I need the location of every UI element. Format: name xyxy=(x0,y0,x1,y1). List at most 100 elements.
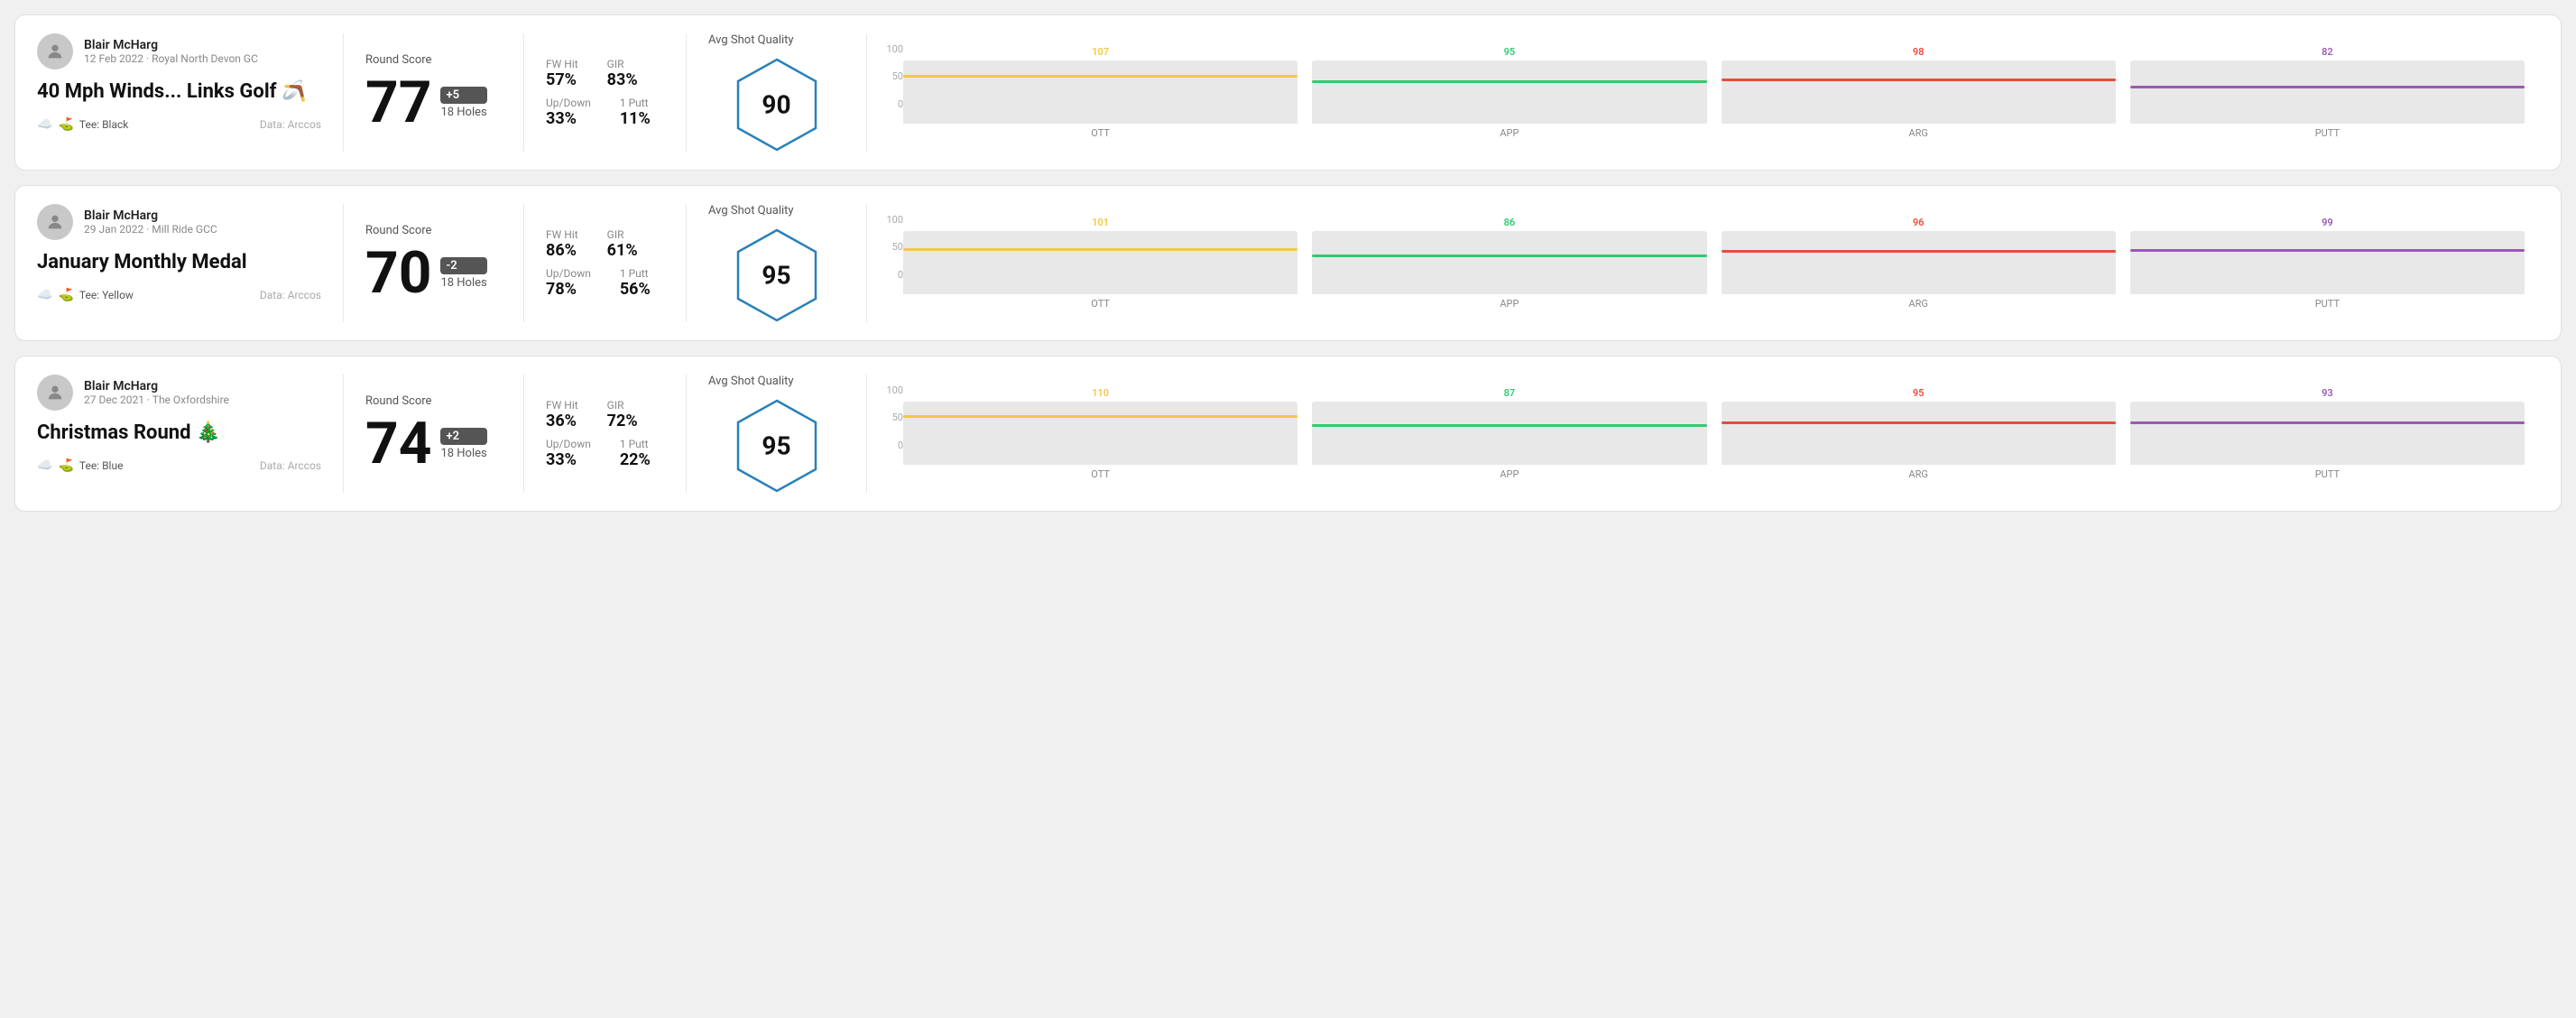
round-card-2: Blair McHarg 29 Jan 2022 · Mill Ride GCC… xyxy=(14,185,2562,341)
score-holes: 18 Holes xyxy=(440,276,486,290)
chart-y-axis: 100 50 0 xyxy=(882,214,903,295)
bar-label: APP xyxy=(1500,127,1519,139)
oneputt-value: 56% xyxy=(620,280,651,299)
score-main: 70 -2 18 Holes xyxy=(365,245,502,302)
bars-container: 107 OTT 95 APP 98 xyxy=(903,43,2525,143)
oneputt-value: 22% xyxy=(620,450,651,469)
gir-label: GIR xyxy=(607,399,638,412)
golf-icon: ⛳ xyxy=(58,458,73,473)
user-info: Blair McHarg 12 Feb 2022 · Royal North D… xyxy=(84,38,258,65)
score-section: Round Score 77 +5 18 Holes xyxy=(344,33,524,152)
weather-icon: ☁️ xyxy=(37,117,52,132)
oneputt-stat: 1 Putt 11% xyxy=(620,97,651,128)
stats-row-top: FW Hit 86% GIR 61% xyxy=(546,228,664,260)
footer-row: ☁️ ⛳ Tee: Black Data: Arccos xyxy=(37,117,321,132)
bar-background xyxy=(2130,424,2525,464)
chart-y-axis: 100 50 0 xyxy=(882,43,903,125)
score-main: 77 +5 18 Holes xyxy=(365,74,502,132)
avatar xyxy=(37,33,73,69)
bar-wrapper xyxy=(2130,402,2525,465)
round-card-1: Blair McHarg 12 Feb 2022 · Royal North D… xyxy=(14,14,2562,171)
stats-row-bottom: Up/Down 33% 1 Putt 22% xyxy=(546,438,664,469)
bar-wrapper xyxy=(1312,402,1706,465)
score-section: Round Score 74 +2 18 Holes xyxy=(344,375,524,493)
tee-label: Tee: Black xyxy=(79,118,128,131)
gir-stat: GIR 61% xyxy=(607,228,638,260)
score-details: -2 18 Holes xyxy=(440,257,486,290)
stats-section: FW Hit 86% GIR 61% Up/Down 78% 1 Putt 56… xyxy=(524,204,687,322)
oneputt-label: 1 Putt xyxy=(620,97,651,109)
bar-wrapper xyxy=(903,60,1297,124)
data-source: Data: Arccos xyxy=(260,289,321,301)
bar-background xyxy=(2130,252,2525,294)
score-holes: 18 Holes xyxy=(440,106,486,119)
bars-container: 101 OTT 86 APP 96 xyxy=(903,214,2525,313)
bar-background xyxy=(903,418,1297,465)
gir-label: GIR xyxy=(607,58,638,70)
bar-wrapper xyxy=(2130,60,2525,124)
updown-label: Up/Down xyxy=(546,97,591,109)
chart-bar-ott: 107 OTT xyxy=(903,46,1297,139)
round-info-section: Blair McHarg 29 Jan 2022 · Mill Ride GCC… xyxy=(37,204,344,322)
score-badge: +2 xyxy=(440,428,486,445)
stats-row-bottom: Up/Down 78% 1 Putt 56% xyxy=(546,267,664,299)
fw-hit-label: FW Hit xyxy=(546,58,578,70)
bar-value-arg: 95 xyxy=(1913,387,1925,399)
chart-bar-app: 87 APP xyxy=(1312,387,1706,480)
bar-marker xyxy=(1722,250,2116,253)
y-axis-0: 0 xyxy=(882,98,903,110)
quality-section: Avg Shot Quality 90 xyxy=(687,33,867,152)
y-axis-50: 50 xyxy=(882,412,903,423)
bar-value-arg: 96 xyxy=(1913,217,1925,228)
user-name: Blair McHarg xyxy=(84,379,229,393)
bar-label: ARG xyxy=(1908,127,1927,139)
avatar xyxy=(37,375,73,411)
bar-marker xyxy=(2130,421,2525,424)
chart-bar-app: 86 APP xyxy=(1312,217,1706,310)
score-details: +2 18 Holes xyxy=(440,428,486,460)
score-label: Round Score xyxy=(365,224,502,237)
chart-y-axis: 100 50 0 xyxy=(882,384,903,466)
fw-hit-value: 36% xyxy=(546,412,578,430)
chart-wrapper: 100 50 0 101 OTT 86 xyxy=(882,214,2525,313)
bar-background xyxy=(1312,257,1706,294)
y-axis-100: 100 xyxy=(882,43,903,55)
chart-section: 100 50 0 110 OTT 87 xyxy=(867,375,2539,493)
quality-score: 95 xyxy=(762,431,790,461)
fw-hit-stat: FW Hit 57% xyxy=(546,58,578,89)
gir-value: 61% xyxy=(607,241,638,260)
updown-stat: Up/Down 33% xyxy=(546,438,591,469)
bar-wrapper xyxy=(1312,231,1706,294)
score-label: Round Score xyxy=(365,394,502,408)
tee-info: ☁️ ⛳ Tee: Blue xyxy=(37,458,123,473)
updown-label: Up/Down xyxy=(546,438,591,450)
bar-background xyxy=(903,251,1297,294)
golf-icon: ⛳ xyxy=(58,288,73,302)
round-info-section: Blair McHarg 27 Dec 2021 · The Oxfordshi… xyxy=(37,375,344,493)
stats-section: FW Hit 57% GIR 83% Up/Down 33% 1 Putt 11… xyxy=(524,33,687,152)
user-meta: 27 Dec 2021 · The Oxfordshire xyxy=(84,393,229,406)
oneputt-label: 1 Putt xyxy=(620,438,651,450)
bar-value-ott: 101 xyxy=(1092,217,1109,228)
bar-label: OTT xyxy=(1091,468,1110,480)
bar-marker xyxy=(1312,80,1706,83)
bar-marker xyxy=(1312,424,1706,427)
round-title: January Monthly Medal xyxy=(37,251,321,273)
chart-wrapper: 100 50 0 110 OTT 87 xyxy=(882,384,2525,484)
chart-bar-putt: 82 PUTT xyxy=(2130,46,2525,139)
score-badge: -2 xyxy=(440,257,486,274)
fw-hit-label: FW Hit xyxy=(546,228,578,241)
bar-wrapper xyxy=(1722,231,2116,294)
bar-value-ott: 110 xyxy=(1092,387,1109,399)
score-label: Round Score xyxy=(365,53,502,67)
bar-label: APP xyxy=(1500,468,1519,480)
bar-value-arg: 98 xyxy=(1913,46,1925,58)
gir-stat: GIR 83% xyxy=(607,58,638,89)
user-info: Blair McHarg 27 Dec 2021 · The Oxfordshi… xyxy=(84,379,229,406)
user-meta: 29 Jan 2022 · Mill Ride GCC xyxy=(84,223,217,236)
weather-icon: ☁️ xyxy=(37,288,52,302)
round-title: 40 Mph Winds... Links Golf 🪃 xyxy=(37,80,321,103)
bar-marker xyxy=(1722,421,2116,424)
bar-value-ott: 107 xyxy=(1092,46,1109,58)
gir-stat: GIR 72% xyxy=(607,399,638,430)
